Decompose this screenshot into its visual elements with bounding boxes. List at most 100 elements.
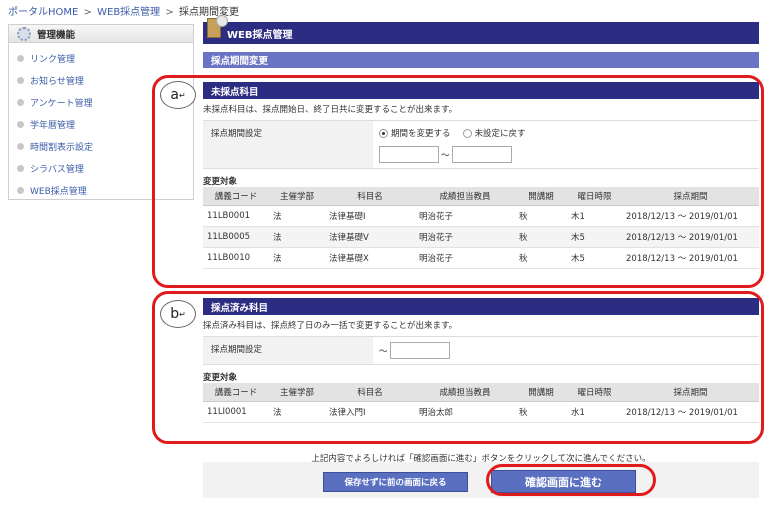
cell-faculty: 法 xyxy=(269,401,325,423)
sidebar: 管理機能 リンク管理 お知らせ管理 アンケート管理 学年暦管理 時間割表示設定 … xyxy=(8,24,194,200)
scored-target-label: 変更対象 xyxy=(203,373,238,383)
sidebar-item-label: お知らせ管理 xyxy=(30,76,84,87)
end-date-input[interactable] xyxy=(389,342,450,359)
cell-period: 水1 xyxy=(567,401,622,423)
proceed-to-confirm-button[interactable]: 確認画面に進む xyxy=(491,470,636,493)
cell-subject: 法律基礎Ⅰ xyxy=(325,205,415,227)
column-header: 講義コード xyxy=(203,383,269,402)
radio-change-period-label: 期間を変更する xyxy=(391,129,451,139)
unscored-setting-value: 期間を変更する 未設定に戻す ～ xyxy=(373,121,759,168)
scored-setting-label: 採点期間設定 xyxy=(203,337,373,364)
breadcrumb: ポータルHOME > WEB採点管理 > 採点期間変更 xyxy=(8,3,239,18)
radio-reset-unset[interactable]: 未設定に戻す xyxy=(462,127,526,139)
cell-subject: 法律基礎Ⅹ xyxy=(325,247,415,269)
cell-teacher: 明治花子 xyxy=(415,247,515,269)
sidebar-item-link-management[interactable]: リンク管理 xyxy=(17,47,193,69)
sidebar-item-web-grading[interactable]: WEB採点管理 xyxy=(17,179,193,201)
page-subtitle-bar: 採点期間変更 xyxy=(203,52,759,68)
column-header: 開講期 xyxy=(515,187,567,206)
cell-code: 11LB0005 xyxy=(203,226,269,248)
cell-code: 11LI0001 xyxy=(203,401,269,423)
back-without-saving-button[interactable]: 保存せずに前の画面に戻る xyxy=(323,472,468,492)
return-mark-icon: ↵ xyxy=(179,309,186,319)
end-date-input[interactable] xyxy=(451,146,512,163)
unscored-heading: 未採点科目 xyxy=(211,86,259,98)
breadcrumb-web-grading-link[interactable]: WEB採点管理 xyxy=(97,7,160,18)
cell-code: 11LB0010 xyxy=(203,247,269,269)
cell-period: 木5 xyxy=(567,247,622,269)
bullet-icon xyxy=(17,142,24,150)
column-header: 採点期間 xyxy=(622,187,759,206)
table-row: 11LB0005 法 法律基礎Ⅴ 明治花子 秋 木5 2018/12/13 ～ … xyxy=(203,226,759,248)
column-header: 講義コード xyxy=(203,187,269,206)
column-header: 科目名 xyxy=(325,187,415,206)
breadcrumb-separator: > xyxy=(165,7,174,18)
marker-letter: b xyxy=(170,306,180,322)
scored-description: 採点済み科目は、採点終了日のみ一括で変更することが出来ます。 xyxy=(203,321,458,331)
unscored-section-header: 未採点科目 xyxy=(203,82,759,99)
cell-faculty: 法 xyxy=(269,247,325,269)
cell-grading-period: 2018/12/13 ～ 2019/01/01 xyxy=(622,401,759,423)
table-row: 11LB0010 法 法律基礎Ⅹ 明治花子 秋 木5 2018/12/13 ～ … xyxy=(203,247,759,269)
bullet-icon xyxy=(17,98,24,106)
unscored-description: 未採点科目は、採点開始日、終了日共に変更することが出来ます。 xyxy=(203,105,458,115)
radio-reset-label: 未設定に戻す xyxy=(474,129,526,139)
cell-teacher: 明治太郎 xyxy=(415,401,515,423)
cell-term: 秋 xyxy=(515,205,567,227)
annotation-marker-b: b ↵ xyxy=(160,300,196,328)
return-mark-icon: ↵ xyxy=(178,90,186,100)
scored-date-range: ～ xyxy=(379,342,753,359)
sidebar-title: 管理機能 xyxy=(37,29,76,41)
sidebar-item-timetable-settings[interactable]: 時間割表示設定 xyxy=(17,135,193,157)
cell-term: 秋 xyxy=(515,247,567,269)
cell-subject: 法律入門Ⅰ xyxy=(325,401,415,423)
cell-term: 秋 xyxy=(515,401,567,423)
sidebar-header: 管理機能 xyxy=(9,25,193,43)
breadcrumb-separator: > xyxy=(83,7,92,18)
table-row: 11LB0001 法 法律基礎Ⅰ 明治花子 秋 木1 2018/12/13 ～ … xyxy=(203,205,759,227)
sidebar-item-calendar-management[interactable]: 学年暦管理 xyxy=(17,113,193,135)
scored-table: 講義コード 主催学部 科目名 成績担当教員 開講期 曜日時限 採点期間 11LI… xyxy=(203,383,759,423)
sidebar-item-label: WEB採点管理 xyxy=(30,186,87,197)
main-content: WEB採点管理 採点期間変更 xyxy=(203,15,759,68)
cell-period: 木1 xyxy=(567,205,622,227)
sidebar-item-syllabus-management[interactable]: シラバス管理 xyxy=(17,157,193,179)
sidebar-item-label: シラバス管理 xyxy=(30,164,84,175)
breadcrumb-current: 採点期間変更 xyxy=(178,7,239,18)
sidebar-item-label: アンケート管理 xyxy=(30,98,93,109)
scored-heading: 採点済み科目 xyxy=(211,302,269,314)
radio-unselected-icon xyxy=(462,128,472,138)
scored-section: 採点済み科目 採点済み科目は、採点終了日のみ一括で変更することが出来ます。 採点… xyxy=(203,298,759,423)
scored-period-setting: 採点期間設定 ～ xyxy=(203,336,759,365)
cell-grading-period: 2018/12/13 ～ 2019/01/01 xyxy=(622,205,759,227)
marker-letter: a xyxy=(170,87,179,103)
gear-icon xyxy=(17,26,31,41)
unscored-section: 未採点科目 未採点科目は、採点開始日、終了日共に変更することが出来ます。 採点期… xyxy=(203,82,759,269)
annotation-marker-a: a ↵ xyxy=(160,81,196,109)
cell-grading-period: 2018/12/13 ～ 2019/01/01 xyxy=(622,226,759,248)
cell-period: 木5 xyxy=(567,226,622,248)
start-date-input[interactable] xyxy=(379,146,439,163)
column-header: 主催学部 xyxy=(269,383,325,402)
unscored-table: 講義コード 主催学部 科目名 成績担当教員 開講期 曜日時限 採点期間 11LB… xyxy=(203,187,759,269)
range-tilde: ～ xyxy=(379,346,388,357)
scored-setting-value: ～ xyxy=(373,337,759,364)
unscored-setting-label: 採点期間設定 xyxy=(203,121,373,168)
page-title: WEB採点管理 xyxy=(227,29,293,41)
column-header: 成績担当教員 xyxy=(415,383,515,402)
cell-faculty: 法 xyxy=(269,205,325,227)
sidebar-item-label: リンク管理 xyxy=(30,54,76,65)
cell-grading-period: 2018/12/13 ～ 2019/01/01 xyxy=(622,247,759,269)
range-tilde: ～ xyxy=(441,150,450,161)
page-subtitle: 採点期間変更 xyxy=(211,56,269,67)
bullet-icon xyxy=(17,54,24,62)
cell-faculty: 法 xyxy=(269,226,325,248)
cell-subject: 法律基礎Ⅴ xyxy=(325,226,415,248)
bullet-icon xyxy=(17,120,24,128)
breadcrumb-home-link[interactable]: ポータルHOME xyxy=(8,7,78,18)
button-area: 保存せずに前の画面に戻る 確認画面に進む xyxy=(203,462,759,498)
unscored-period-setting: 採点期間設定 期間を変更する 未設定に戻す ～ xyxy=(203,120,759,169)
radio-change-period[interactable]: 期間を変更する xyxy=(379,127,451,139)
unscored-target-label: 変更対象 xyxy=(203,177,238,187)
table-header-row: 講義コード 主催学部 科目名 成績担当教員 開講期 曜日時限 採点期間 xyxy=(203,383,759,402)
